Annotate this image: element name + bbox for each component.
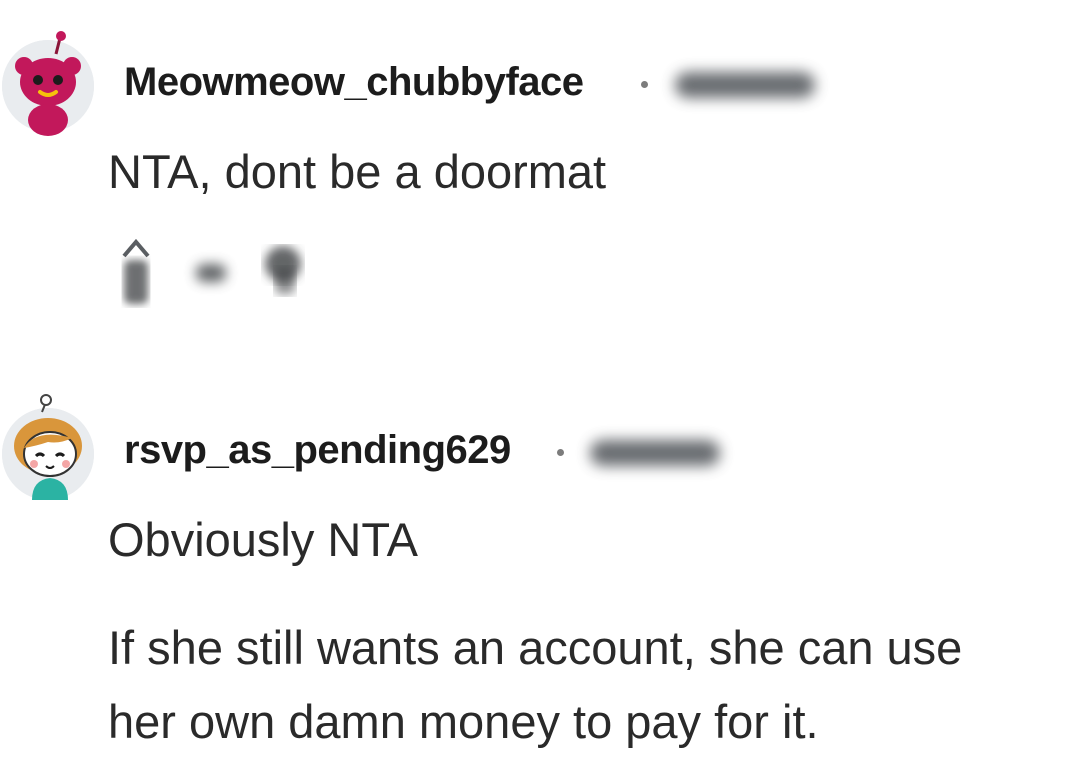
comment-body-paragraph: Obviously NTA (108, 513, 418, 566)
user-avatar-icon[interactable] (2, 394, 94, 500)
reply-icon (265, 246, 301, 294)
vote-score-redacted (196, 264, 226, 282)
comment-username[interactable]: Meowmeow_chubbyface (124, 60, 584, 105)
comment-body: NTA, dont be a doormat (108, 145, 607, 198)
comment-actions (108, 238, 338, 314)
comment: Meowmeow_chubbyface NTA, dont be a doorm… (0, 0, 1080, 340)
comment-body-paragraph: If she still wants an account, she can u… (108, 621, 963, 674)
reply-button[interactable] (253, 244, 323, 300)
dot-separator-icon (641, 81, 648, 88)
dot-separator-icon (557, 449, 564, 456)
upvote-arrow-icon (122, 238, 150, 304)
user-avatar-icon[interactable] (2, 31, 94, 136)
upvote-button[interactable] (118, 238, 154, 308)
redacted-timestamp (590, 440, 720, 466)
snoo-girl-avatar-icon (2, 394, 94, 500)
redacted-timestamp (675, 72, 815, 98)
comment-body-paragraph: her own damn money to pay for it. (108, 695, 819, 748)
comment-username[interactable]: rsvp_as_pending629 (124, 428, 511, 473)
snoo-pink-avatar-icon (2, 31, 94, 136)
